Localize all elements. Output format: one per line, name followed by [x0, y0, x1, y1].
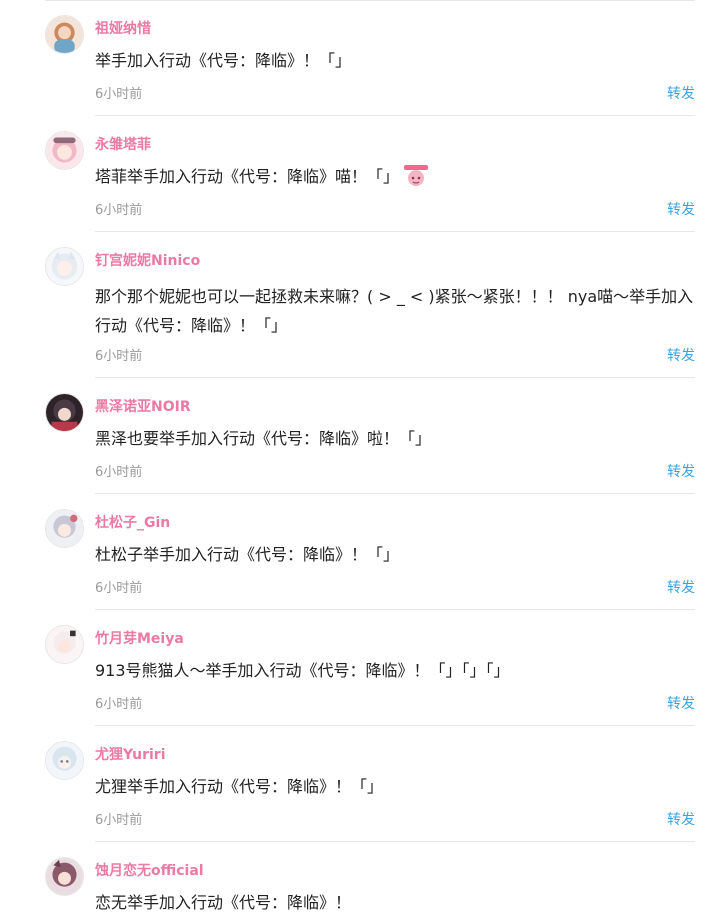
repost-button[interactable]: 转发 [667, 577, 695, 597]
comment-text-value: 塔菲举手加入行动《代号：降临》喵！「」 [95, 167, 400, 186]
comment-text: 尤狸举手加入行动《代号：降临》！「」 [95, 777, 384, 796]
repost-button[interactable]: 转发 [667, 199, 695, 219]
repost-button[interactable]: 转发 [667, 809, 695, 829]
username[interactable]: 钉宫妮妮Ninico [95, 250, 200, 270]
timestamp: 6小时前 [95, 813, 143, 828]
avatar[interactable] [45, 625, 84, 664]
timestamp: 6小时前 [95, 697, 143, 712]
avatar[interactable] [45, 131, 84, 170]
comment-item: 钉宫妮妮Ninico 那个那个妮妮也可以一起拯救未来嘛？( > _ < )紧张～… [0, 232, 726, 378]
comment-text: 塔菲举手加入行动《代号：降临》喵！「」 [95, 164, 695, 190]
comment-text: 黑泽也要举手加入行动《代号：降临》啦！「」 [95, 429, 432, 448]
timestamp: 6小时前 [95, 465, 143, 480]
pink-character-sticker-icon [403, 165, 429, 187]
comment-item: 祖娅纳惜 举手加入行动《代号：降临》！「」 6小时前 转发 [0, 0, 726, 116]
timestamp: 6小时前 [95, 203, 143, 218]
comment-text: 杜松子举手加入行动《代号：降临》！「」 [95, 545, 400, 564]
username[interactable]: 蚀月恋无official [95, 860, 204, 880]
username[interactable]: 尤狸Yuriri [95, 744, 166, 764]
timestamp: 6小时前 [95, 581, 143, 596]
timestamp: 6小时前 [95, 87, 143, 102]
repost-button[interactable]: 转发 [667, 345, 695, 365]
username[interactable]: 杜松子_Gin [95, 512, 170, 532]
comment-text: 那个那个妮妮也可以一起拯救未来嘛？( > _ < )紧张～紧张！！！ nya喵～… [95, 287, 694, 335]
timestamp: 6小时前 [95, 349, 143, 364]
username[interactable]: 竹月芽Meiya [95, 628, 184, 648]
avatar[interactable] [45, 741, 84, 780]
comment-item: 蚀月恋无official 恋无举手加入行动《代号：降临》！ [0, 842, 726, 922]
repost-button[interactable]: 转发 [667, 461, 695, 481]
comment-item: 黑泽诺亚NOIR 黑泽也要举手加入行动《代号：降临》啦！「」 6小时前 转发 [0, 378, 726, 494]
comment-text: 恋无举手加入行动《代号：降临》！ [95, 893, 352, 912]
repost-button[interactable]: 转发 [667, 693, 695, 713]
avatar[interactable] [45, 247, 84, 286]
comment-item: 竹月芽Meiya 913号熊猫人～举手加入行动《代号：降临》！「」「」「」 6小… [0, 610, 726, 726]
username[interactable]: 黑泽诺亚NOIR [95, 396, 191, 416]
avatar[interactable] [45, 393, 84, 432]
comment-item: 永雏塔菲 塔菲举手加入行动《代号：降临》喵！「」 6小时前 转发 [0, 116, 726, 232]
comment-text: 913号熊猫人～举手加入行动《代号：降临》！「」「」「」 [95, 661, 510, 680]
avatar[interactable] [45, 509, 84, 548]
avatar[interactable] [45, 15, 84, 54]
username[interactable]: 永雏塔菲 [95, 134, 151, 154]
comment-item: 杜松子_Gin 杜松子举手加入行动《代号：降临》！「」 6小时前 转发 [0, 494, 726, 610]
repost-button[interactable]: 转发 [667, 83, 695, 103]
comment-text: 举手加入行动《代号：降临》！「」 [95, 51, 352, 70]
comment-item: 尤狸Yuriri 尤狸举手加入行动《代号：降临》！「」 6小时前 转发 [0, 726, 726, 842]
username[interactable]: 祖娅纳惜 [95, 18, 151, 38]
avatar[interactable] [45, 857, 84, 896]
